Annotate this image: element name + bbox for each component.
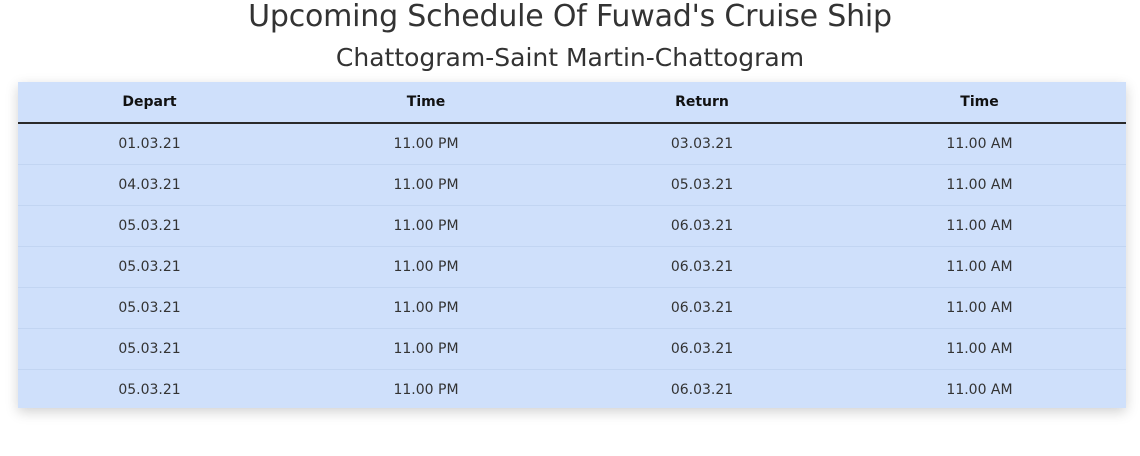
route-subtitle: Chattogram-Saint Martin-Chattogram: [335, 43, 805, 72]
page-title: Upcoming Schedule Of Fuwad's Cruise Ship: [248, 0, 892, 34]
table-row: 05.03.21 11.00 PM 06.03.21 11.00 AM: [18, 246, 1126, 288]
schedule-table: Depart Time Return Time 01.03.21 11.00 P…: [18, 82, 1126, 410]
return-time-cell: 11.00 AM: [946, 136, 1013, 152]
schedule-page: Upcoming Schedule Of Fuwad's Cruise Ship…: [0, 0, 1140, 456]
return-date-cell: 05.03.21: [571, 164, 833, 206]
table-header: Depart Time Return Time: [18, 82, 1126, 124]
column-header-return: Return: [571, 82, 833, 124]
return-time-cell: 11.00 AM: [833, 164, 1126, 206]
depart-date-cell: 05.03.21: [18, 205, 281, 247]
depart-time-cell: 11.00 PM: [281, 205, 571, 247]
table-row: 04.03.21 11.00 PM 05.03.21 11.00 AM: [18, 164, 1126, 206]
depart-time-cell: 11.00 PM: [281, 369, 571, 410]
depart-time-cell: 11.00 PM: [281, 246, 571, 288]
return-date-cell: 06.03.21: [571, 369, 833, 410]
table-row: 05.03.21 11.00 PM 06.03.21 11.00 AM: [18, 205, 1126, 247]
return-date-cell: 06.03.21: [571, 287, 833, 329]
return-time-cell: 11.00 AM: [833, 328, 1126, 370]
table-row: 01.03.21 11.00 PM 03.03.21 11.00 AM: [18, 123, 1126, 165]
return-date-cell: 06.03.21: [571, 328, 833, 370]
depart-date-cell: 04.03.21: [18, 164, 281, 206]
depart-time-cell: 11.00 PM: [281, 328, 571, 370]
depart-date-cell: 01.03.21: [118, 136, 181, 152]
table-row: 05.03.21 11.00 PM 06.03.21 11.00 AM: [18, 287, 1126, 329]
return-date-cell: 03.03.21: [670, 136, 734, 152]
return-time-cell: 11.00 AM: [833, 246, 1126, 288]
return-time-cell: 11.00 AM: [833, 369, 1126, 410]
return-time-cell: 11.00 AM: [833, 287, 1126, 329]
depart-date-cell: 05.03.21: [18, 328, 281, 370]
schedule-table-container: Depart Time Return Time 01.03.21 11.00 P…: [18, 82, 1126, 410]
depart-date-cell: 05.03.21: [18, 246, 281, 288]
table-row: 05.03.21 11.00 PM 06.03.21 11.00 AM: [18, 369, 1126, 410]
table-row: 05.03.21 11.00 PM 06.03.21 11.00 AM: [18, 328, 1126, 370]
column-header-return-time: Time: [833, 82, 1126, 124]
depart-time-cell: 11.00 PM: [281, 164, 571, 206]
header-row: Depart Time Return Time: [18, 82, 1126, 124]
return-date-cell: 06.03.21: [571, 246, 833, 288]
depart-time-cell: 11.00 PM: [393, 136, 459, 152]
depart-time-cell: 11.00 PM: [281, 287, 571, 329]
table-body: 01.03.21 11.00 PM 03.03.21 11.00 AM 04.0…: [18, 123, 1126, 410]
column-header-depart-time: Time: [281, 82, 571, 124]
depart-date-cell: 05.03.21: [18, 287, 281, 329]
return-date-cell: 06.03.21: [571, 205, 833, 247]
column-header-depart: Depart: [18, 82, 281, 124]
return-time-cell: 11.00 AM: [833, 205, 1126, 247]
depart-date-cell: 05.03.21: [18, 369, 281, 410]
